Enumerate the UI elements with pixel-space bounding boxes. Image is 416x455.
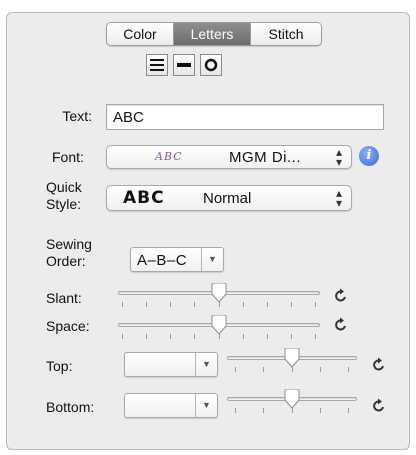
space-reset-icon[interactable]	[333, 317, 349, 333]
tab-letters[interactable]: Letters	[174, 23, 251, 45]
quick-style-preview: ABC	[123, 188, 165, 208]
sewing-order-label-line2: Order:	[46, 253, 86, 269]
slider-tick	[263, 408, 264, 413]
dropdown-arrow-icon: ▼	[195, 353, 217, 376]
slider-tick	[122, 302, 123, 307]
bar-layout-button[interactable]	[173, 54, 195, 76]
slider-tick	[170, 334, 171, 339]
sewing-order-select[interactable]: A–B–C ▼	[130, 247, 224, 272]
dropdown-arrow-icon: ▼	[201, 248, 223, 271]
bottom-reset-icon[interactable]	[371, 398, 387, 414]
quick-style-label-line1: Quick	[46, 179, 82, 195]
slider-tick	[291, 302, 292, 307]
text-input-value: ABC	[113, 109, 144, 126]
slant-reset-icon[interactable]	[333, 288, 349, 304]
lines-layout-button[interactable]	[146, 54, 168, 76]
bottom-select[interactable]: ▼	[124, 393, 218, 418]
slider-tick	[235, 367, 236, 372]
quick-style-value: Normal	[203, 190, 252, 207]
select-stepper-icon: ▴ ▾	[335, 145, 343, 169]
letters-panel	[6, 12, 410, 450]
info-icon[interactable]: i	[359, 146, 379, 166]
top-slider[interactable]	[227, 347, 357, 377]
slider-tick	[194, 302, 195, 307]
sewing-order-label-line1: Sewing	[46, 236, 92, 252]
quick-style-label-line2: Style:	[46, 196, 82, 212]
slider-knob[interactable]	[283, 389, 301, 409]
space-label: Space:	[46, 318, 90, 334]
slider-tick	[235, 408, 236, 413]
lines-layout-icon	[150, 59, 164, 71]
slider-tick	[194, 334, 195, 339]
slant-slider[interactable]	[118, 282, 320, 312]
slider-tick	[315, 302, 316, 307]
circle-layout-icon	[204, 58, 218, 72]
bar-layout-icon	[177, 63, 191, 67]
slider-tick	[243, 334, 244, 339]
quick-style-select[interactable]: ABC Normal ▴ ▾	[106, 185, 352, 211]
text-label: Text:	[62, 108, 92, 124]
tab-bar: Color Letters Stitch	[106, 22, 322, 46]
font-label: Font:	[52, 149, 84, 165]
slider-knob[interactable]	[210, 315, 228, 335]
bottom-label: Bottom:	[46, 399, 95, 415]
dropdown-arrow-icon: ▼	[195, 394, 217, 417]
font-select-value: MGM Di...	[229, 149, 301, 166]
slider-tick	[291, 334, 292, 339]
slider-tick	[146, 302, 147, 307]
text-input[interactable]: ABC	[106, 104, 384, 130]
slant-label: Slant:	[46, 290, 82, 306]
slider-tick	[320, 408, 321, 413]
bottom-slider[interactable]	[227, 388, 357, 418]
sewing-order-value: A–B–C	[137, 252, 188, 269]
slider-tick	[267, 334, 268, 339]
circle-layout-button[interactable]	[200, 54, 222, 76]
top-reset-icon[interactable]	[371, 357, 387, 373]
slider-tick	[348, 367, 349, 372]
slider-tick	[263, 367, 264, 372]
slider-knob[interactable]	[210, 283, 228, 303]
slider-tick	[146, 334, 147, 339]
top-label: Top:	[46, 358, 73, 374]
select-stepper-icon: ▴ ▾	[335, 186, 343, 210]
slider-tick	[170, 302, 171, 307]
slider-tick	[122, 334, 123, 339]
tab-color[interactable]: Color	[107, 23, 174, 45]
space-slider[interactable]	[118, 314, 320, 344]
slider-tick	[267, 302, 268, 307]
slider-tick	[348, 408, 349, 413]
slider-tick	[243, 302, 244, 307]
slider-tick	[315, 334, 316, 339]
tab-stitch[interactable]: Stitch	[251, 23, 321, 45]
top-select[interactable]: ▼	[124, 352, 218, 377]
font-preview: ABC	[155, 150, 183, 163]
slider-knob[interactable]	[283, 348, 301, 368]
slider-tick	[320, 367, 321, 372]
font-select[interactable]: ABC MGM Di... ▴ ▾	[106, 145, 352, 169]
